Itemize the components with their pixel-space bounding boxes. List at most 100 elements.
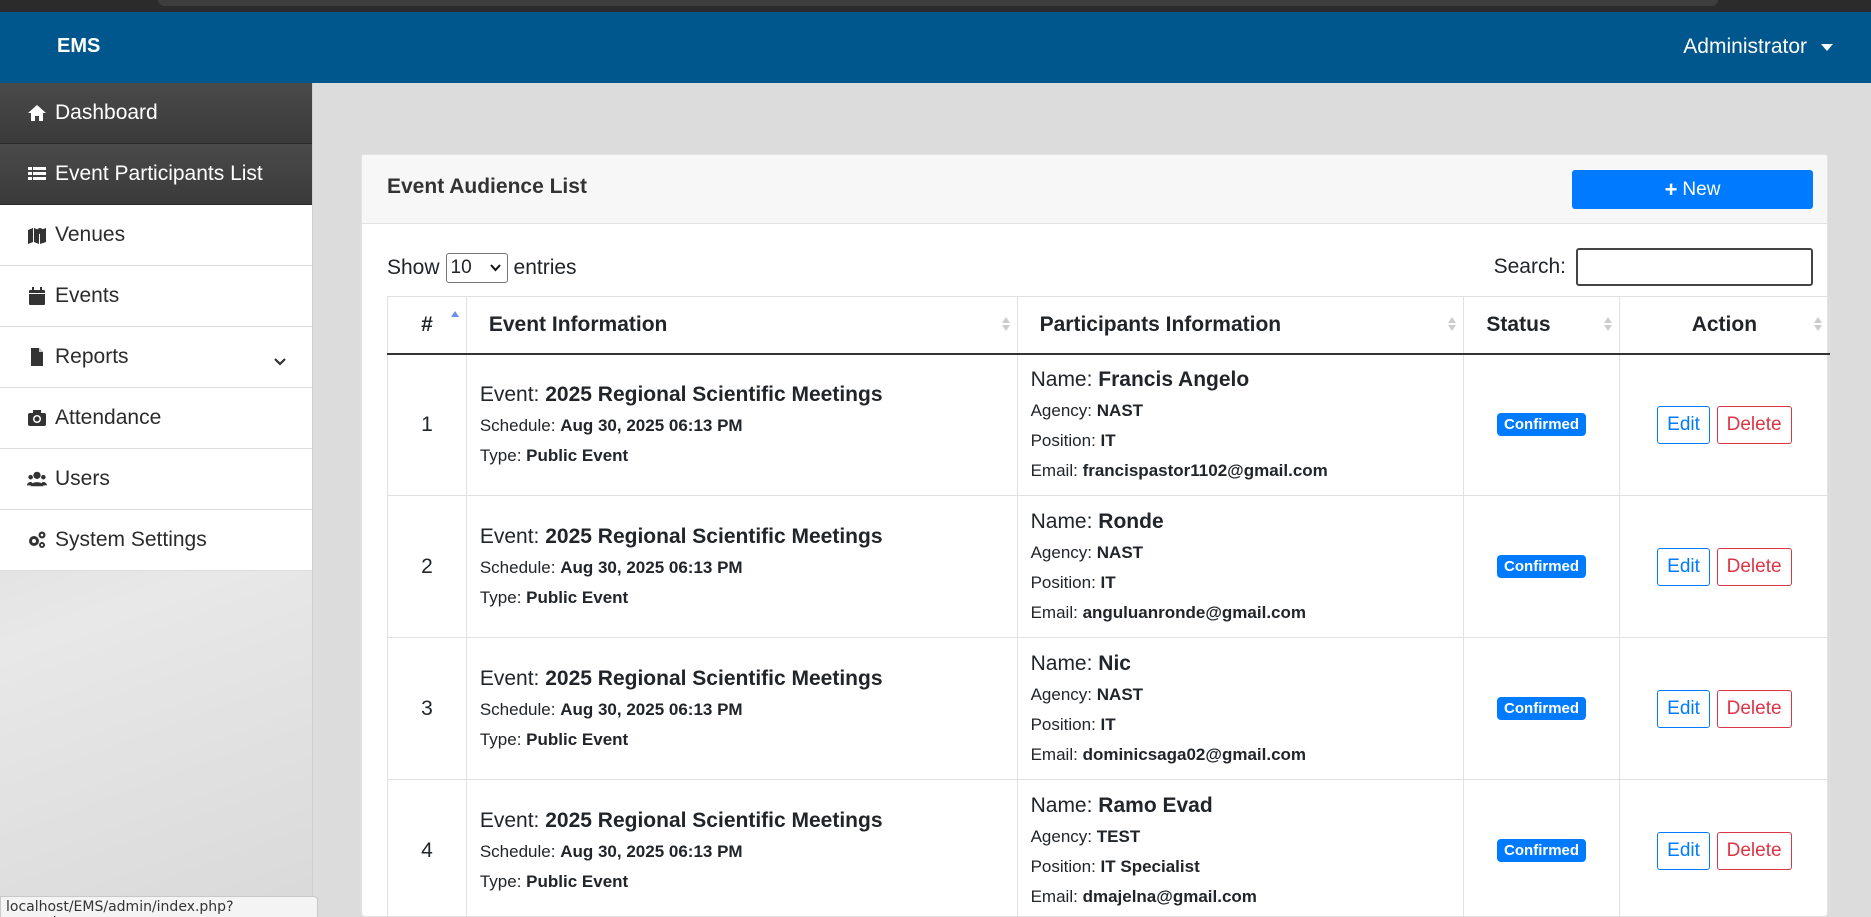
status-bar-url: localhost/EMS/admin/index.php?page=home: [0, 896, 318, 917]
participant-information-cell: Name: Nic Agency: NAST Position: IT Emai…: [1016, 637, 1465, 780]
column-header-action[interactable]: Action: [1618, 296, 1831, 355]
type-label: Type:: [479, 445, 522, 465]
status-badge: Confirmed: [1497, 697, 1587, 720]
name-label: Name:: [1030, 509, 1093, 533]
status-badge: Confirmed: [1497, 839, 1587, 862]
position-label: Position:: [1030, 714, 1096, 734]
event-type: Public Event: [526, 445, 629, 465]
user-menu[interactable]: Administrator: [1683, 35, 1833, 59]
delete-button[interactable]: Delete: [1716, 831, 1792, 870]
delete-button[interactable]: Delete: [1716, 405, 1792, 444]
sidebar-item-dashboard[interactable]: Dashboard: [0, 83, 312, 144]
card-header: Event Audience List + New: [362, 155, 1827, 224]
map-icon: [26, 225, 48, 245]
delete-button[interactable]: Delete: [1716, 689, 1792, 728]
edit-button[interactable]: Edit: [1657, 547, 1710, 586]
sidebar-item-event-participants[interactable]: Event Participants List: [0, 144, 312, 205]
column-header-label: #: [421, 312, 433, 336]
new-button[interactable]: + New: [1572, 170, 1813, 209]
card-title: Event Audience List: [387, 175, 587, 198]
participant-agency: NAST: [1096, 542, 1144, 562]
row-number: 2: [387, 495, 467, 638]
event-name: 2025 Regional Scientific Meetings: [545, 808, 883, 832]
participant-email: anguluanronde@gmail.com: [1082, 602, 1306, 622]
action-cell: Edit Delete: [1618, 637, 1831, 780]
brand-logo[interactable]: EMS: [57, 35, 100, 58]
participant-agency: NAST: [1096, 400, 1144, 420]
sidebar-item-label: Attendance: [55, 406, 162, 429]
participant-position: IT: [1100, 714, 1116, 734]
sort-icon: [1448, 317, 1457, 331]
status-cell: Confirmed: [1463, 353, 1620, 496]
email-label: Email:: [1030, 602, 1078, 622]
event-type: Public Event: [526, 587, 629, 607]
type-label: Type:: [479, 729, 522, 749]
column-header-label: Action: [1691, 312, 1758, 336]
action-cell: Edit Delete: [1618, 495, 1831, 638]
sidebar-item-label: Reports: [55, 345, 129, 368]
event-audience-card: Event Audience List + New Show 10 entrie…: [361, 154, 1831, 917]
event-label: Event:: [479, 808, 540, 832]
agency-label: Agency:: [1030, 542, 1093, 562]
participant-agency: TEST: [1096, 826, 1141, 846]
delete-button[interactable]: Delete: [1716, 547, 1792, 586]
sidebar-item-system-settings[interactable]: System Settings: [0, 510, 312, 571]
name-label: Name:: [1030, 367, 1093, 391]
sidebar-item-attendance[interactable]: Attendance: [0, 388, 312, 449]
schedule-label: Schedule:: [479, 841, 556, 861]
search-input[interactable]: [1576, 248, 1813, 286]
event-label: Event:: [479, 524, 540, 548]
column-header-label: Event Information: [488, 312, 668, 336]
user-name: Administrator: [1683, 35, 1807, 58]
sort-icon: [450, 311, 459, 325]
participant-position: IT Specialist: [1100, 856, 1200, 876]
participant-name: Nic: [1098, 651, 1131, 675]
sidebar-item-users[interactable]: Users: [0, 449, 312, 510]
sidebar-item-label: Venues: [55, 223, 126, 246]
email-label: Email:: [1030, 744, 1078, 764]
column-header-participants-information[interactable]: Participants Information: [1016, 296, 1465, 355]
participant-name: Ramo Evad: [1098, 793, 1213, 817]
type-label: Type:: [479, 587, 522, 607]
column-header-number[interactable]: #: [387, 296, 467, 355]
edit-button[interactable]: Edit: [1657, 405, 1710, 444]
participant-email: dominicsaga02@gmail.com: [1082, 744, 1307, 764]
edit-button[interactable]: Edit: [1657, 831, 1710, 870]
entries-length-value: 10: [450, 257, 472, 278]
participant-information-cell: Name: Ramo Evad Agency: TEST Position: I…: [1016, 779, 1465, 917]
browser-chrome: [0, 0, 1871, 12]
event-name: 2025 Regional Scientific Meetings: [545, 666, 883, 690]
status-cell: Confirmed: [1463, 495, 1620, 638]
participant-email: francispastor1102@gmail.com: [1082, 460, 1328, 480]
sidebar-item-label: Event Participants List: [55, 162, 263, 185]
column-header-status[interactable]: Status: [1463, 296, 1620, 355]
camera-icon: [26, 408, 48, 428]
browser-tab-strip: [158, 0, 1718, 6]
name-label: Name:: [1030, 651, 1093, 675]
status-badge: Confirmed: [1497, 555, 1587, 578]
participant-email: dmajelna@gmail.com: [1082, 886, 1257, 906]
row-number: 4: [387, 779, 467, 917]
event-name: 2025 Regional Scientific Meetings: [545, 382, 883, 406]
calendar-icon: [26, 286, 48, 306]
event-label: Event:: [479, 382, 540, 406]
sidebar-item-label: Users: [55, 467, 110, 490]
column-header-event-information[interactable]: Event Information: [465, 296, 1018, 355]
schedule-label: Schedule:: [479, 699, 556, 719]
sort-icon: [1603, 317, 1612, 331]
status-badge: Confirmed: [1497, 413, 1587, 437]
sidebar-item-reports[interactable]: Reports: [0, 327, 312, 388]
schedule-label: Schedule:: [479, 557, 556, 577]
type-label: Type:: [479, 871, 522, 891]
edit-button[interactable]: Edit: [1657, 689, 1710, 728]
sidebar-item-venues[interactable]: Venues: [0, 205, 312, 266]
sidebar-item-events[interactable]: Events: [0, 266, 312, 327]
table-header-row: # Event Information Participants Informa…: [387, 296, 1831, 355]
top-navbar: EMS Administrator: [0, 12, 1871, 83]
participant-position: IT: [1100, 430, 1116, 450]
file-icon: [26, 347, 48, 367]
participants-table: # Event Information Participants Informa…: [387, 296, 1831, 917]
participant-position: IT: [1100, 572, 1116, 592]
sort-icon: [1001, 317, 1010, 331]
entries-length-select[interactable]: 10: [445, 253, 508, 283]
